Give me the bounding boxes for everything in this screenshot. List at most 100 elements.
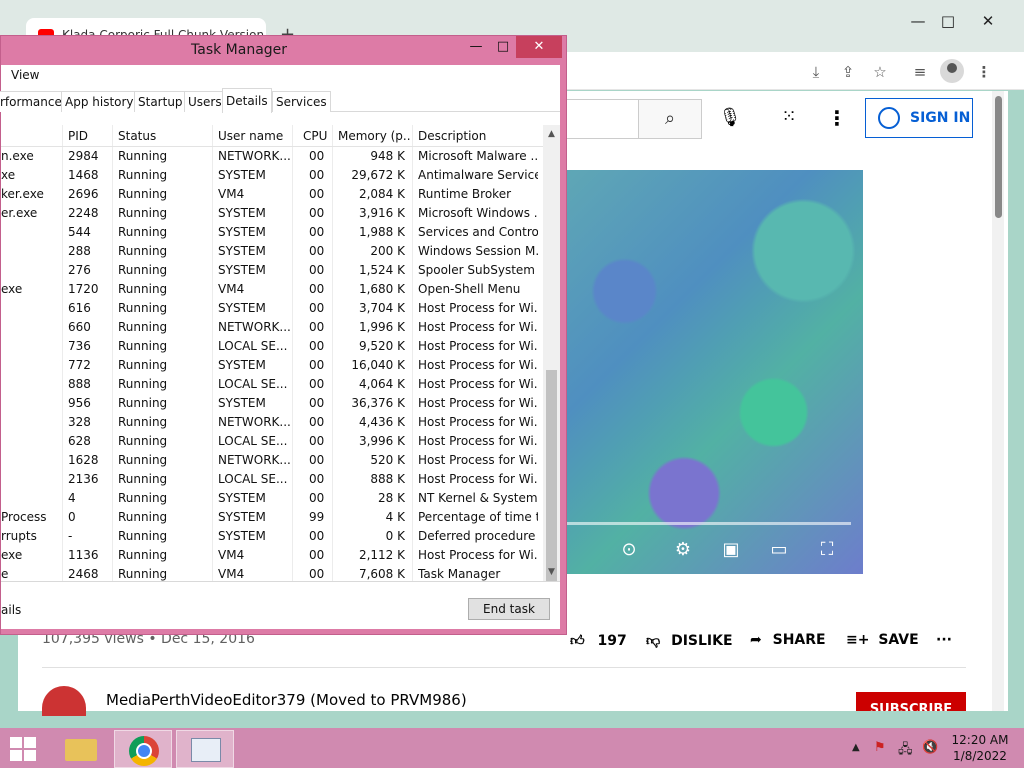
- table-row[interactable]: 276 Running SYSTEM 00 1,524 K Spooler SubSyst…: [1, 261, 543, 280]
- microphone-icon[interactable]: 🎙: [716, 104, 744, 132]
- install-app-icon[interactable]: ⤓: [804, 60, 828, 84]
- profile-avatar-icon[interactable]: [940, 59, 964, 83]
- share-page-icon[interactable]: ⇪: [836, 60, 860, 84]
- maximize-button[interactable]: □: [491, 36, 515, 58]
- table-row[interactable]: xe 1468 Running SYSTEM 00 29,672 K Antimalware…: [1, 166, 543, 185]
- network-icon[interactable]: 🖧: [898, 740, 913, 762]
- table-row[interactable]: n.exe 2984 Running NETWORK... 00 948 K Microso…: [1, 147, 543, 166]
- chrome-menu-icon[interactable]: ⋮: [972, 60, 996, 84]
- task-manager-icon: [191, 738, 221, 762]
- cell-memory: 4,064 K: [358, 377, 405, 391]
- task-manager-titlebar[interactable]: Task Manager — □ ✕: [1, 36, 566, 64]
- table-row[interactable]: 736 Running LOCAL SE... 00 9,520 K Host Proce…: [1, 337, 543, 356]
- table-row[interactable]: ker.exe 2696 Running VM4 00 2,084 K Runtime Br…: [1, 185, 543, 204]
- task-manager-footer: ails End task: [1, 581, 560, 629]
- search-icon[interactable]: ⌕: [638, 99, 702, 139]
- tab-startup[interactable]: Startup: [134, 91, 187, 112]
- miniplayer-icon[interactable]: ▣: [718, 538, 744, 562]
- dislike-button[interactable]: 👎︎ DISLIKE: [646, 632, 733, 649]
- settings-gear-icon[interactable]: ⚙: [670, 538, 696, 562]
- table-scroll-thumb[interactable]: [546, 370, 557, 581]
- table-row[interactable]: Process 0 Running SYSTEM 99 4 K Percentage of …: [1, 508, 543, 527]
- tab-users[interactable]: Users: [184, 91, 226, 112]
- table-row[interactable]: 1628 Running NETWORK... 00 520 K Host Process…: [1, 451, 543, 470]
- cell-user: LOCAL SE...: [218, 472, 288, 486]
- media-controls-icon[interactable]: ≡: [908, 60, 932, 84]
- video-player[interactable]: [565, 170, 863, 574]
- cell-user: NETWORK...: [218, 320, 290, 334]
- tab-app-history[interactable]: App history: [61, 91, 138, 112]
- tab-performance[interactable]: rformance: [0, 91, 66, 112]
- fullscreen-icon[interactable]: ⛶: [814, 538, 840, 562]
- table-row[interactable]: 4 Running SYSTEM 00 28 K NT Kernel & System: [1, 489, 543, 508]
- table-row[interactable]: 888 Running LOCAL SE... 00 4,064 K Host Proce…: [1, 375, 543, 394]
- channel-name[interactable]: MediaPerthVideoEditor379 (Moved to PRVM9…: [106, 691, 467, 709]
- table-row[interactable]: er.exe 2248 Running SYSTEM 00 3,916 K Microsof…: [1, 204, 543, 223]
- tray-expand-icon[interactable]: ▲: [852, 742, 860, 753]
- scroll-down-arrow-icon[interactable]: ▼: [546, 567, 557, 577]
- table-row[interactable]: exe 1720 Running VM4 00 1,680 K Open-Shell Men…: [1, 280, 543, 299]
- cell-status: Running: [118, 377, 168, 391]
- table-row[interactable]: 772 Running SYSTEM 00 16,040 K Host Process f…: [1, 356, 543, 375]
- close-button[interactable]: ✕: [516, 36, 562, 58]
- cell-memory: 9,520 K: [358, 339, 405, 353]
- cell-user: VM4: [218, 282, 245, 296]
- table-row[interactable]: 328 Running NETWORK... 00 4,436 K Host Proces…: [1, 413, 543, 432]
- like-button[interactable]: 👍︎ 197: [570, 632, 627, 649]
- scroll-up-arrow-icon[interactable]: ▲: [546, 129, 557, 139]
- table-row[interactable]: 956 Running SYSTEM 00 36,376 K Host Process f…: [1, 394, 543, 413]
- share-button[interactable]: ➦ SHARE: [750, 632, 826, 648]
- windows-start-icon[interactable]: [10, 737, 38, 761]
- cell-user: NETWORK...: [218, 415, 290, 429]
- cell-pid: 772: [68, 358, 91, 372]
- theater-mode-icon[interactable]: ▭: [766, 538, 792, 562]
- cell-memory: 7,608 K: [358, 567, 405, 581]
- cell-pid: 888: [68, 377, 91, 391]
- taskbar-file-explorer[interactable]: [52, 730, 110, 768]
- column-header-memory[interactable]: Memory (p...: [338, 129, 410, 143]
- table-row[interactable]: 544 Running SYSTEM 00 1,988 K Services and Co…: [1, 223, 543, 242]
- youtube-search-input[interactable]: [560, 99, 638, 139]
- more-actions-icon[interactable]: ···: [936, 632, 952, 648]
- taskbar-task-manager[interactable]: [176, 730, 234, 768]
- browser-close-button[interactable]: ✕: [968, 8, 1008, 34]
- column-header-pid[interactable]: PID: [68, 129, 88, 143]
- save-button[interactable]: ≡+ SAVE: [846, 632, 919, 648]
- table-row[interactable]: 2136 Running LOCAL SE... 00 888 K Host Proces…: [1, 470, 543, 489]
- apps-grid-icon[interactable]: ⁙: [778, 106, 800, 128]
- column-header-user[interactable]: User name: [218, 129, 283, 143]
- cell-memory: 3,704 K: [358, 301, 405, 315]
- action-center-flag-icon[interactable]: ⚑: [874, 740, 886, 755]
- fewer-details-link[interactable]: ails: [1, 603, 21, 617]
- subscribe-button[interactable]: SUBSCRIBE: [856, 692, 966, 711]
- cell-name: er.exe: [1, 206, 38, 220]
- browser-maximize-button[interactable]: □: [928, 8, 968, 34]
- sign-in-button[interactable]: SIGN IN: [865, 98, 973, 138]
- cell-memory: 520 K: [370, 453, 405, 467]
- tab-services[interactable]: Services: [272, 91, 331, 112]
- taskbar-chrome[interactable]: [114, 730, 172, 768]
- table-row[interactable]: rrupts - Running SYSTEM 00 0 K Deferred proced…: [1, 527, 543, 546]
- more-options-icon[interactable]: ⋮: [826, 104, 848, 132]
- volume-muted-icon[interactable]: 🔇: [922, 740, 938, 755]
- system-clock[interactable]: 12:20 AM 1/8/2022: [942, 732, 1018, 764]
- end-task-button[interactable]: End task: [468, 598, 550, 620]
- table-row[interactable]: 660 Running NETWORK... 00 1,996 K Host Proces…: [1, 318, 543, 337]
- table-row[interactable]: 628 Running LOCAL SE... 00 3,996 K Host Proce…: [1, 432, 543, 451]
- tab-details[interactable]: Details: [222, 88, 272, 113]
- video-progress-bar[interactable]: [567, 522, 851, 525]
- bookmark-star-icon[interactable]: ☆: [868, 60, 892, 84]
- table-row[interactable]: exe 1136 Running VM4 00 2,112 K Host Process f…: [1, 546, 543, 565]
- menu-view[interactable]: View: [11, 68, 39, 82]
- table-row[interactable]: 616 Running SYSTEM 00 3,704 K Host Process fo…: [1, 299, 543, 318]
- column-header-status[interactable]: Status: [118, 129, 156, 143]
- cell-user: SYSTEM: [218, 206, 266, 220]
- minimize-button[interactable]: —: [463, 36, 489, 58]
- column-header-description[interactable]: Description: [418, 129, 486, 143]
- table-row[interactable]: 288 Running SYSTEM 00 200 K Windows Session M…: [1, 242, 543, 261]
- autoplay-toggle-icon[interactable]: ⊙: [616, 538, 642, 562]
- page-scroll-thumb[interactable]: [995, 96, 1002, 218]
- table-row[interactable]: e 2468 Running VM4 00 7,608 K Task Manager: [1, 565, 543, 581]
- cell-memory: 1,524 K: [358, 263, 405, 277]
- column-header-cpu[interactable]: CPU: [303, 129, 327, 143]
